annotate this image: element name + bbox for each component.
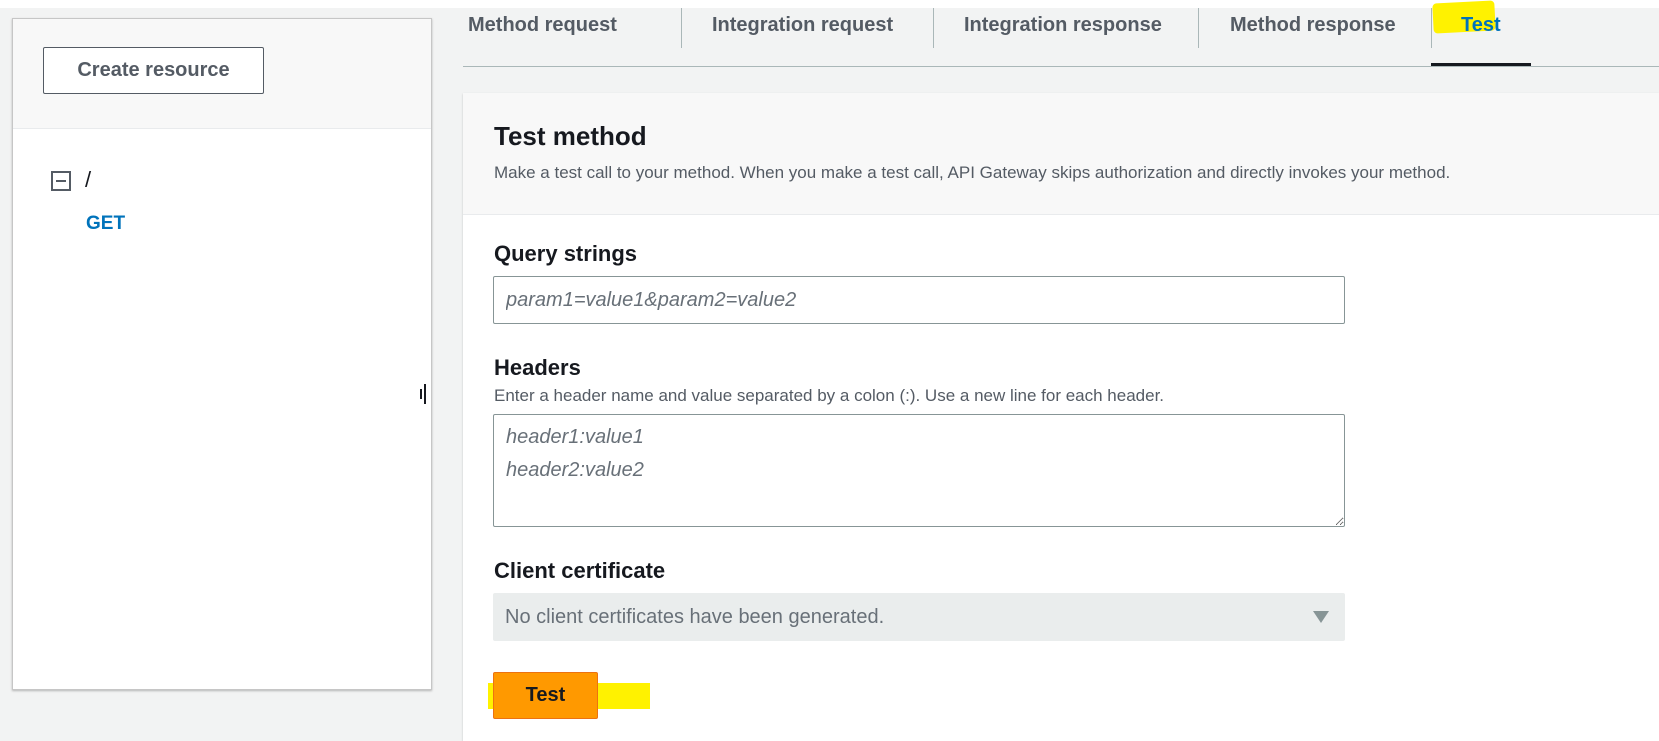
tab-separator (933, 8, 934, 48)
headers-textarea[interactable] (493, 414, 1345, 527)
headers-help-text: Enter a header name and value separated … (494, 386, 1165, 405)
tab-integration-response[interactable]: Integration response (964, 8, 1162, 46)
create-resource-button[interactable]: Create resource (43, 47, 264, 94)
page-title: Test method (494, 121, 647, 151)
tree-method-get[interactable]: GET (86, 213, 125, 235)
collapse-square-icon[interactable] (51, 171, 71, 191)
headers-label: Headers (494, 355, 581, 380)
tab-integration-request[interactable]: Integration request (712, 8, 893, 46)
resources-panel-header: Create resource (13, 19, 431, 129)
client-certificate-selected: No client certificates have been generat… (505, 606, 885, 628)
tree-root-path[interactable]: / (85, 167, 91, 193)
tab-method-response[interactable]: Method response (1230, 8, 1396, 46)
client-certificate-select[interactable]: No client certificates have been generat… (493, 593, 1345, 641)
query-strings-input[interactable] (493, 276, 1345, 324)
resources-panel: Create resource / GET (12, 18, 432, 690)
tab-separator (1431, 8, 1432, 48)
tab-separator (1198, 8, 1199, 48)
client-certificate-label: Client certificate (494, 558, 666, 583)
panel-resize-handle[interactable] (420, 384, 426, 404)
method-tabs: Method request Integration request Integ… (463, 0, 1659, 67)
tab-separator (681, 8, 682, 48)
tab-test[interactable]: Test (1461, 8, 1501, 46)
test-method-panel: Test method Make a test call to your met… (463, 93, 1659, 741)
caret-down-icon (1313, 611, 1329, 623)
test-submit-button[interactable]: Test (493, 672, 598, 719)
page-description: Make a test call to your method. When yo… (494, 163, 1451, 182)
tab-method-request[interactable]: Method request (468, 8, 617, 46)
query-strings-label: Query strings (494, 241, 638, 266)
active-tab-indicator (1431, 63, 1531, 66)
test-method-header: Test method Make a test call to your met… (463, 93, 1659, 215)
